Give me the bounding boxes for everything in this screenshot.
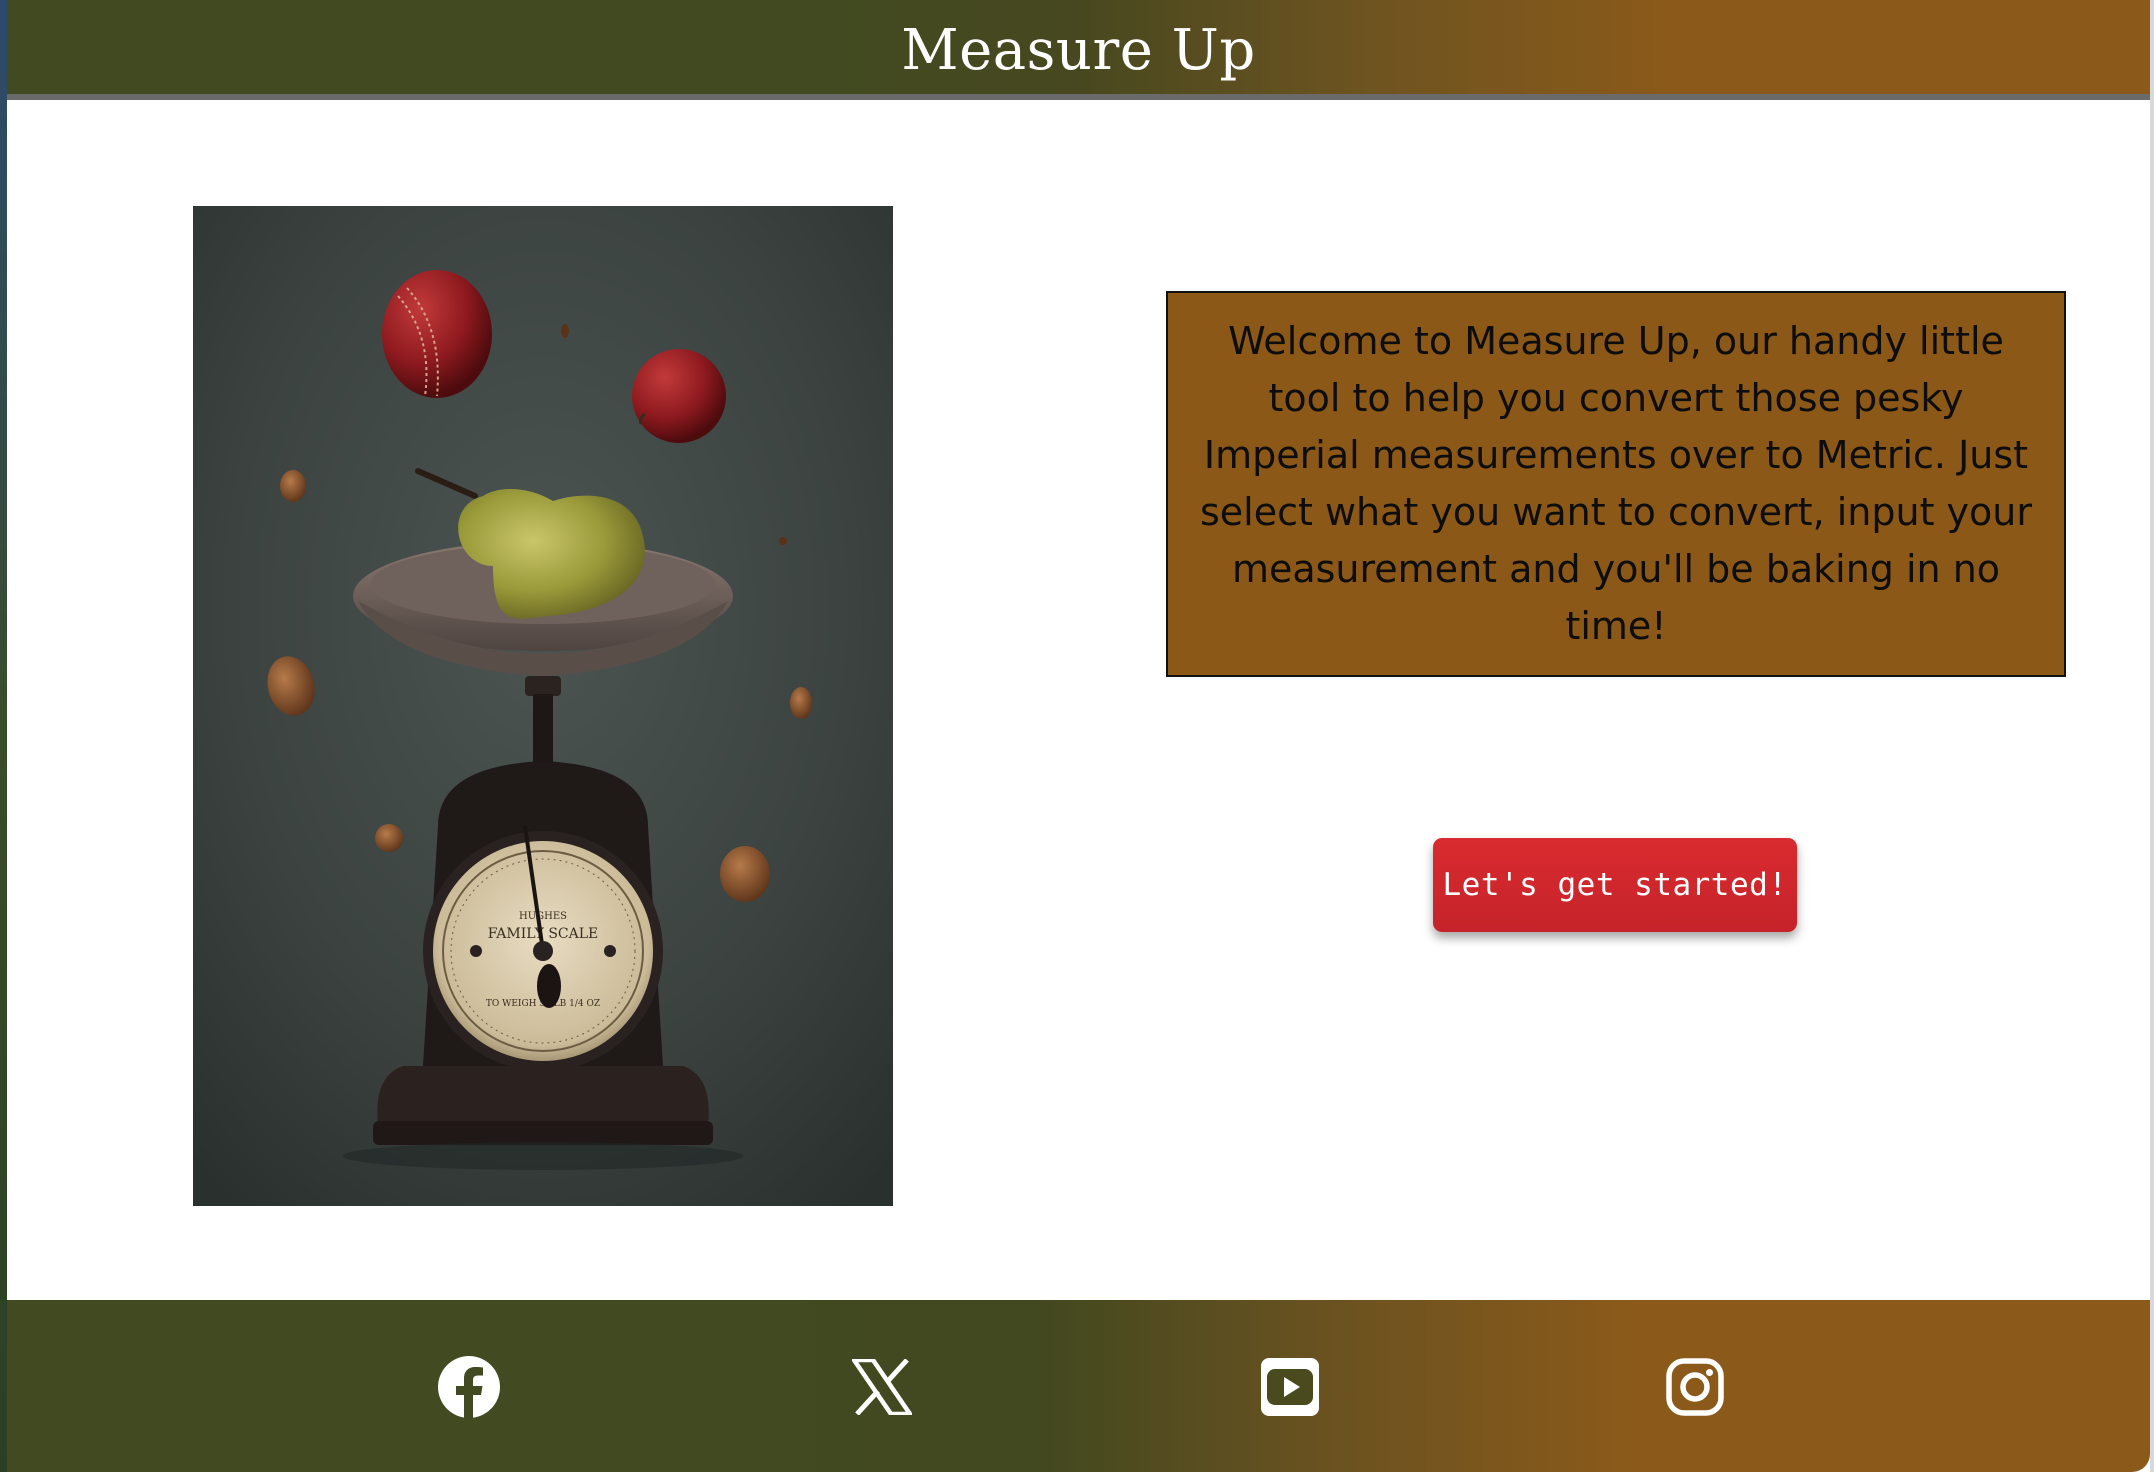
window-edge-right [2150,0,2154,1472]
window-edge-left [0,0,7,1472]
scale-maker-text: HUGHES [519,911,567,922]
youtube-link[interactable] [1255,1352,1325,1422]
instagram-link[interactable] [1660,1352,1730,1422]
facebook-icon [438,1356,500,1419]
youtube-icon [1261,1358,1319,1416]
hero-image: HUGHES FAMILY SCALE TO WEIGH 56 LB 1/4 O… [193,206,893,1206]
get-started-button[interactable]: Let's get started! [1433,838,1797,932]
instagram-icon [1666,1358,1724,1416]
site-title[interactable]: Measure Up [7,14,2150,88]
x-icon [852,1359,912,1415]
welcome-box: Welcome to Measure Up, our handy little … [1166,291,2066,677]
scale-illustration: HUGHES FAMILY SCALE TO WEIGH 56 LB 1/4 O… [193,206,893,1206]
welcome-text: Welcome to Measure Up, our handy little … [1199,319,2032,648]
facebook-link[interactable] [434,1352,504,1422]
site-header: Measure Up [7,0,2150,100]
x-link[interactable] [847,1352,917,1422]
page: Measure Up HUGHES FAMILY SCALE TO WEIGH … [0,0,2154,1472]
site-footer [7,1300,2150,1472]
